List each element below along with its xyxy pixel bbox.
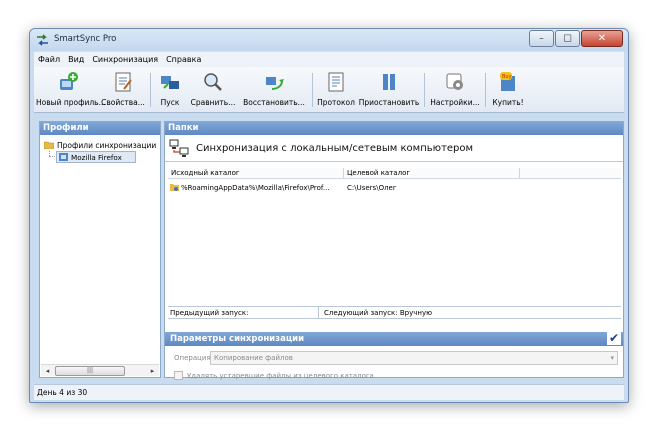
folder-icon [44,141,54,149]
sync-folder-icon [170,184,179,191]
minimize-icon: – [539,33,544,43]
operation-label: Операция [174,354,211,362]
toolbar-separator [312,73,313,107]
smartsync-logo-icon [37,34,48,46]
run-icon [161,76,179,89]
checkmark-icon[interactable]: ✔ [607,331,621,345]
scroll-right-icon[interactable]: ▸ [147,366,158,376]
menu-help[interactable]: Справка [166,55,201,64]
sync-type-label: Синхронизация с локальным/сетевым компью… [196,143,474,154]
properties-button[interactable]: Свойства... [100,67,146,113]
window-title: SmartSync Pro [54,34,117,44]
compare-button[interactable]: Сравнить... [187,67,239,113]
window-controls: – □ ✕ [528,30,623,47]
run-info-row: Предыдущий запуск: Следующий запуск: Вру… [168,306,621,319]
delete-obsolete-checkbox[interactable]: Удалять устаревшие файлы из целевого кат… [174,371,374,380]
maximize-icon: □ [563,33,572,43]
buy-button[interactable]: Buy Купить! [488,67,528,113]
restore-button[interactable]: Восстановить... [239,67,309,113]
tree-item-mozilla-firefox[interactable]: Mozilla Firefox [56,151,136,163]
close-icon: ✕ [597,32,607,44]
scroll-left-icon[interactable]: ◂ [42,366,53,376]
toolbar: Новый профиль... Свойства... Пуск Сравни… [34,67,624,113]
operation-select[interactable]: Копирование файлов ▾ [210,351,618,365]
title-bar: SmartSync Pro – □ ✕ [30,29,628,51]
folders-panel-header: Папки [165,122,623,135]
toolbar-separator [485,73,486,107]
svg-text:Buy: Buy [502,74,512,80]
column-source-header[interactable]: Исходный каталог [168,168,344,179]
new-profile-icon [60,72,78,90]
menu-bar: Файл Вид Синхронизация Справка [34,51,624,67]
buy-icon: Buy [500,72,515,91]
tree-item-label: Mozilla Firefox [71,152,122,162]
minimize-button[interactable]: – [529,30,554,47]
column-target-header[interactable]: Целевой каталог [344,168,520,179]
log-icon [328,72,344,92]
close-button[interactable]: ✕ [581,30,623,47]
scroll-thumb[interactable]: ||| [55,366,125,376]
network-computers-icon [169,139,189,157]
source-path: %RoamingAppData%\Mozilla\Firefox\Prof... [181,184,330,192]
restore-icon [266,77,284,90]
menu-view[interactable]: Вид [68,55,84,64]
new-profile-button[interactable]: Новый профиль... [36,67,106,113]
source-cell: %RoamingAppData%\Mozilla\Firefox\Prof... [170,182,342,194]
operation-value: Копирование файлов [214,354,293,362]
maximize-button[interactable]: □ [555,30,580,47]
pause-icon [383,74,395,90]
toolbar-separator [424,73,425,107]
delete-obsolete-label: Удалять устаревшие файлы из целевого кат… [187,371,374,380]
settings-button[interactable]: Настройки... [427,67,483,113]
target-cell: C:\Users\Олег [347,184,397,192]
pause-button[interactable]: Приостановить [357,67,421,113]
menu-sync[interactable]: Синхронизация [92,55,158,64]
profile-icon [59,153,68,161]
status-text: День 4 из 30 [37,388,88,397]
properties-icon [115,72,132,92]
profiles-panel: Профили Профили синхронизации Mozilla Fi… [39,121,161,378]
tree-root-sync-profiles[interactable]: Профили синхронизации [44,139,160,151]
sync-params-header: Параметры синхронизации ✔ [165,331,623,346]
previous-run-label: Предыдущий запуск: [170,309,249,317]
log-button[interactable]: Протокол [315,67,357,113]
profiles-panel-header: Профили [40,122,160,135]
horizontal-scrollbar[interactable]: ◂ ||| ▸ [41,364,159,376]
tree-root-label: Профили синхронизации [57,140,157,150]
checkbox-box[interactable] [174,371,183,380]
sync-type-row: Синхронизация с локальным/сетевым компью… [165,135,623,162]
folders-panel: Папки Синхронизация с локальным/сетевым … [164,121,624,380]
toolbar-separator [150,73,151,107]
table-row[interactable]: %RoamingAppData%\Mozilla\Firefox\Prof...… [168,182,621,194]
sync-params-title: Параметры синхронизации [170,334,305,344]
gear-icon [446,73,463,90]
chevron-down-icon: ▾ [610,354,614,362]
menu-file[interactable]: Файл [38,55,60,64]
folders-grid-header: Исходный каталог Целевой каталог [168,168,621,179]
app-window: SmartSync Pro – □ ✕ Файл Вид Синхронизац… [29,28,629,403]
run-button[interactable]: Пуск [153,67,187,113]
run-info-divider [318,307,319,319]
magnifier-icon [204,73,222,91]
next-run-label: Следующий запуск: Вручную [324,309,432,317]
status-bar: День 4 из 30 [34,384,624,400]
